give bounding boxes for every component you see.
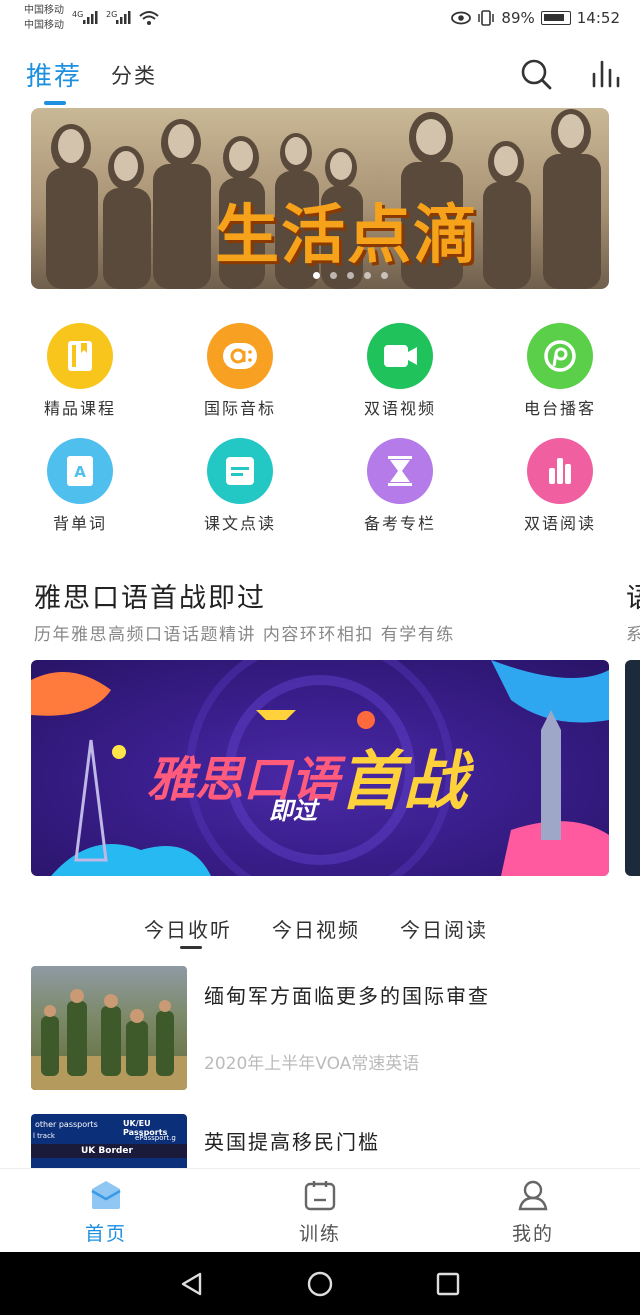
grid-item-vocabulary[interactable]: A 背单词 — [25, 438, 135, 538]
course-subtitle: 历年雅思高频口语话题精讲 内容环环相扣 有学有练 — [34, 625, 455, 645]
grid-label: 电台播客 — [523, 399, 596, 418]
back-icon[interactable] — [178, 1270, 206, 1298]
next-course-title[interactable]: 语 — [626, 576, 640, 615]
user-icon — [518, 1180, 548, 1211]
next-course-subtitle: 系 — [626, 625, 640, 645]
text-icon — [207, 438, 273, 504]
tab-category[interactable]: 分类 — [111, 60, 157, 90]
word-card-icon: A — [47, 438, 113, 504]
nav-home[interactable]: 首页 — [61, 1179, 151, 1246]
calendar-icon — [304, 1181, 336, 1211]
grid-item-text-reading[interactable]: 课文点读 — [185, 438, 295, 538]
eye-icon — [451, 11, 472, 25]
grid-label: 双语视频 — [363, 399, 436, 418]
signal-icon-2 — [116, 11, 131, 24]
today-tabs: 今日收听 今日视频 今日阅读 — [0, 910, 640, 950]
grid-item-premium-course[interactable]: 精品课程 — [25, 323, 135, 423]
grid-item-bilingual-video[interactable]: 双语视频 — [345, 323, 455, 423]
nav-home-label: 首页 — [84, 1223, 127, 1245]
home-circle-icon[interactable] — [306, 1270, 334, 1298]
nav-train-label: 训练 — [298, 1223, 341, 1245]
today-tab-indicator — [180, 946, 202, 949]
thumb-text: ePassport.g — [135, 1134, 176, 1142]
signal-icon — [83, 11, 98, 24]
grid-label: 备考专栏 — [363, 514, 436, 533]
next-course-banner[interactable] — [625, 660, 640, 876]
grid-label: 国际音标 — [203, 399, 276, 418]
phonetic-icon — [207, 323, 273, 389]
carrier-2: 中国移动 — [24, 20, 64, 31]
hourglass-icon — [367, 438, 433, 504]
video-camera-icon — [367, 323, 433, 389]
course-banner[interactable]: 雅思口语 首战 即过 — [31, 660, 609, 876]
status-bar: 中国移动 中国移动 4G 2G 89% 14:52 — [0, 0, 640, 40]
svg-text:A: A — [74, 463, 86, 481]
carousel-dot[interactable] — [364, 272, 371, 279]
news-title: 缅甸军方面临更多的国际审查 — [204, 984, 490, 1008]
tab-recommend[interactable]: 推荐 — [26, 56, 82, 93]
tab-today-listen[interactable]: 今日收听 — [144, 914, 232, 943]
grid-item-bilingual-reading[interactable]: 双语阅读 — [505, 438, 615, 538]
list-item[interactable]: other passports UK/EU Passports l track … — [0, 1112, 640, 1168]
thumb-text: UK Border — [81, 1146, 133, 1156]
vibrate-icon — [478, 10, 495, 26]
grid-label: 双语阅读 — [523, 514, 596, 533]
carrier-1: 中国移动 — [24, 5, 64, 16]
course-banner-highlight: 首战 — [339, 744, 467, 819]
thumb-text: l track — [33, 1132, 55, 1140]
status-right: 89% 14:52 — [451, 9, 620, 27]
banner-title: 生活点滴 — [215, 198, 479, 273]
recents-icon[interactable] — [434, 1270, 462, 1298]
news-thumbnail: other passports UK/EU Passports l track … — [31, 1114, 187, 1168]
news-thumbnail — [31, 966, 187, 1090]
top-nav: 推荐 分类 — [0, 48, 640, 108]
tab-today-read[interactable]: 今日阅读 — [400, 914, 488, 943]
tab-today-video[interactable]: 今日视频 — [272, 914, 360, 943]
grid-label: 课文点读 — [203, 514, 276, 533]
carousel-dot[interactable] — [330, 272, 337, 279]
bar-chart-icon — [527, 438, 593, 504]
nav-train[interactable]: 训练 — [275, 1179, 365, 1246]
course-banner-subtitle: 即过 — [269, 797, 317, 825]
battery-percent: 89% — [501, 9, 535, 27]
carousel-dot[interactable] — [381, 272, 388, 279]
ranking-icon[interactable] — [588, 54, 624, 90]
home-icon — [91, 1181, 121, 1209]
battery-icon — [540, 11, 571, 25]
grid-item-radio-podcast[interactable]: 电台播客 — [505, 323, 615, 423]
thumb-text: other passports — [35, 1120, 98, 1129]
nav-mine-label: 我的 — [511, 1223, 554, 1245]
course-title[interactable]: 雅思口语首战即过 — [34, 576, 266, 615]
carousel-dot[interactable] — [313, 272, 320, 279]
wifi-icon — [139, 11, 159, 25]
bottom-nav: 首页 训练 我的 — [0, 1168, 640, 1252]
news-title: 英国提高移民门槛 — [204, 1130, 380, 1154]
system-nav-bar — [0, 1252, 640, 1315]
carousel-dot[interactable] — [347, 272, 354, 279]
book-icon — [47, 323, 113, 389]
nav-mine[interactable]: 我的 — [488, 1179, 578, 1246]
grid-item-phonetics[interactable]: 国际音标 — [185, 323, 295, 423]
carousel-dots — [313, 272, 388, 279]
radio-icon — [527, 323, 593, 389]
search-icon[interactable] — [518, 56, 554, 92]
news-meta: 2020年上半年VOA常速英语 — [204, 1054, 420, 1074]
grid-item-exam-prep[interactable]: 备考专栏 — [345, 438, 455, 538]
tab-indicator — [44, 101, 66, 105]
grid-label: 精品课程 — [43, 399, 116, 418]
clock: 14:52 — [576, 9, 620, 27]
list-item[interactable]: 缅甸军方面临更多的国际审查 2020年上半年VOA常速英语 — [0, 964, 640, 1090]
banner-carousel[interactable]: 生活点滴 — [31, 108, 609, 289]
grid-label: 背单词 — [52, 514, 107, 533]
